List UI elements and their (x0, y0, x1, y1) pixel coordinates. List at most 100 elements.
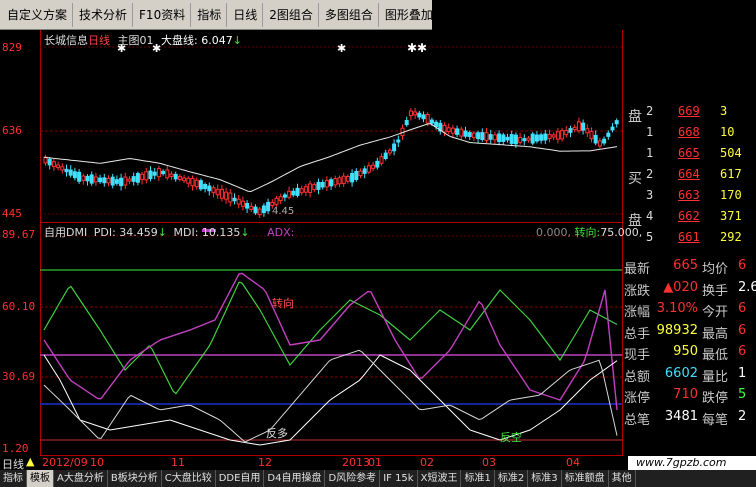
candle-body (446, 127, 451, 133)
bottom-tab-13[interactable]: 标准额盘 (562, 470, 609, 487)
candle-body (375, 160, 380, 168)
candle-body (333, 178, 338, 186)
buy-price: 661 (678, 230, 700, 244)
bottom-tab-5[interactable]: DDE自用 (216, 470, 265, 487)
mdi-label: MDI: (173, 226, 199, 239)
candle-body (110, 176, 115, 186)
candle-body (123, 176, 128, 186)
stat-value: 2.6 (738, 279, 756, 295)
candle-body (93, 176, 98, 183)
candle-body (476, 132, 481, 140)
candle-body (547, 133, 552, 140)
candle-body (51, 161, 56, 168)
candle-body (606, 132, 611, 137)
play-icon[interactable]: ▲ (26, 455, 34, 468)
market-line-value: 6.047 (201, 34, 233, 47)
dmi-indicator-name[interactable]: 自用DMI (44, 226, 87, 239)
buy-level-row[interactable]: 5 661 292 (622, 230, 756, 251)
bottom-tab-6[interactable]: D4自用操盘 (264, 470, 326, 487)
stat-key: 涨跌 (624, 283, 651, 299)
candle-body (379, 156, 384, 164)
stat-value: 6 (738, 344, 747, 359)
buy-level-row[interactable]: 4 662 371 (622, 209, 756, 230)
sell-level-row[interactable]: 2 669 3 (622, 104, 756, 125)
candle-body (186, 177, 191, 184)
stat-key: 最低 (702, 348, 729, 363)
stat-key: 总手 (624, 326, 651, 342)
stat-value: 6 (738, 301, 747, 316)
price-y-label-bottom: 445 (2, 207, 22, 220)
buy-level-row[interactable]: 1 665 504 (622, 146, 756, 167)
sell-level-row[interactable]: 1 668 10 (622, 125, 756, 146)
candle-body (568, 128, 573, 133)
low-price-label: 4.45 (272, 206, 295, 217)
candle-body (140, 173, 145, 180)
candle-body (492, 134, 497, 141)
candle-body (194, 179, 199, 188)
buy-level: 2 (646, 167, 654, 181)
candle-body (236, 198, 241, 205)
quote-stat-row: 总手 98932 最高 6 (622, 323, 756, 344)
candle-body (308, 183, 313, 194)
pdi-arrow: ↓ (157, 226, 167, 239)
candle-body (299, 188, 304, 194)
buy-volume: 371 (720, 209, 742, 223)
dmi-info-line: 自用DMI PDI: 34.459↓ MDI: 10.135↓ ADX: (44, 224, 294, 240)
candle-body (396, 139, 401, 143)
candle-body (509, 134, 514, 144)
candle-body (295, 187, 300, 196)
candle-body (421, 114, 426, 120)
bottom-tab-0[interactable]: 指标 (0, 470, 27, 487)
candle-body (81, 175, 86, 181)
candle-body (371, 164, 376, 169)
bottom-tab-10[interactable]: 标准1 (461, 470, 495, 487)
date-tick-label: 12 (258, 456, 272, 469)
bottom-tab-9[interactable]: X短波王 (418, 470, 462, 487)
bottom-tab-8[interactable]: IF 15k (380, 470, 418, 487)
buy-level-row[interactable]: 3 663 170 (622, 188, 756, 209)
bottom-tab-11[interactable]: 标准2 (495, 470, 529, 487)
dmi-y-label-1: 1.20 (2, 442, 29, 455)
bottom-tab-2[interactable]: A大盘分析 (54, 470, 108, 487)
candle-body (526, 137, 531, 141)
dmi-y-label-60: 60.10 (2, 300, 36, 313)
candle-body (324, 180, 329, 188)
candle-body (56, 164, 61, 169)
date-tick-label: 02 (420, 456, 434, 469)
stat-key: 涨停 (624, 391, 651, 406)
annotation-turn: 转向 (272, 297, 294, 310)
bottom-tab-1[interactable]: 模板 (27, 470, 54, 487)
stat-key: 跌停 (702, 391, 729, 406)
candle-body (593, 134, 598, 144)
candle-body (513, 134, 518, 145)
candle-body (148, 170, 153, 180)
candle-body (471, 132, 476, 138)
buy-level-row[interactable]: 2 664 617 (622, 167, 756, 188)
candle-body (207, 185, 212, 192)
candle-body (182, 177, 187, 182)
stat-key: 均价 (702, 262, 729, 277)
bottom-tab-12[interactable]: 标准3 (528, 470, 562, 487)
sell-price: 669 (678, 104, 700, 118)
candle-body (551, 134, 556, 138)
candle-body (232, 197, 237, 202)
candle-body (219, 188, 224, 199)
bottom-tab-14[interactable]: 其他 (609, 470, 636, 487)
candle-body (177, 176, 182, 180)
pdi-value: 34.459 (119, 226, 158, 239)
candle-body (602, 138, 607, 144)
bottom-tab-3[interactable]: B板块分析 (108, 470, 162, 487)
candle-body (106, 178, 111, 184)
bottom-tab-4[interactable]: C大盘比较 (162, 470, 216, 487)
buy-level: 5 (646, 230, 654, 244)
candle-body (114, 179, 119, 184)
buy-price: 663 (678, 188, 700, 202)
candle-body (77, 171, 82, 182)
quote-stat-row: 最新 665 均价 6 (622, 258, 756, 279)
signal-star: ✱✱ (407, 41, 427, 55)
date-tick-label: 01 (368, 456, 382, 469)
bottom-tab-7[interactable]: D风险参考 (325, 470, 381, 487)
candlestick-series (43, 107, 619, 218)
adx-line (43, 354, 618, 446)
candle-body (119, 177, 124, 187)
